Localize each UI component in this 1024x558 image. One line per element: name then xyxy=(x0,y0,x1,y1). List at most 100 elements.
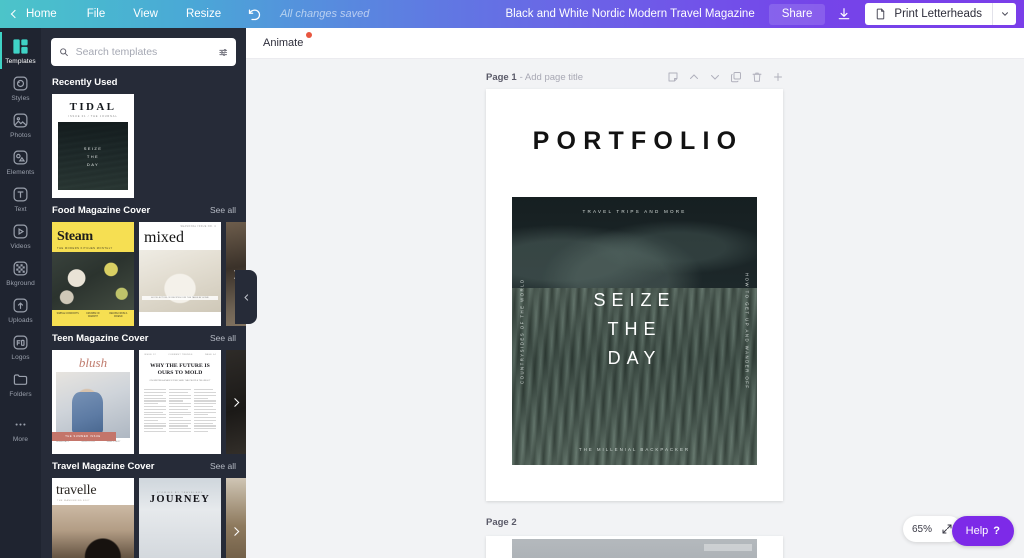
template-artwork xyxy=(56,372,130,438)
artwork-line-1: SEIZE xyxy=(83,145,103,151)
photo-icon xyxy=(11,110,31,130)
see-all-link[interactable]: See all xyxy=(210,333,236,343)
template-caption: A COLLECTION OF RECIPES FOR THE TABLE AT… xyxy=(142,296,218,300)
chevron-down-icon xyxy=(1001,12,1008,16)
share-button[interactable]: Share xyxy=(768,3,826,25)
page-tools xyxy=(667,71,784,83)
sidebar-label-background: Bkground xyxy=(6,280,35,287)
page-2-canvas[interactable] xyxy=(486,536,783,558)
scroll-right-button[interactable] xyxy=(226,512,246,550)
sidebar-item-folders[interactable]: Folders xyxy=(0,365,41,402)
template-body xyxy=(139,509,221,558)
add-note-icon xyxy=(668,72,678,82)
template-header: SEASONAL ISSUE NO. 4 mixed xyxy=(139,222,221,250)
zoom-level-label[interactable]: 65% xyxy=(912,524,932,535)
body-column xyxy=(194,389,216,434)
design-title[interactable]: PORTFOLIO xyxy=(486,127,783,156)
move-page-down-button[interactable] xyxy=(709,71,721,83)
plus-icon xyxy=(774,73,782,81)
top-bar-left-group: Home File View Resize All changes saved xyxy=(0,0,369,28)
design-footer-text: THE MILLENIAL BACKPACKER xyxy=(578,447,691,452)
sidebar-item-background[interactable]: Bkground xyxy=(0,254,41,291)
sidebar-item-templates[interactable]: Templates xyxy=(0,32,41,69)
section-title: Food Magazine Cover xyxy=(52,205,151,216)
sidebar-label-photos: Photos xyxy=(10,132,31,139)
chevron-up-icon xyxy=(690,74,698,79)
sidebar-item-photos[interactable]: Photos xyxy=(0,106,41,143)
template-card-travelle[interactable]: travelle THE WANDERING EDIT xyxy=(52,478,134,558)
sliders-filter-icon[interactable] xyxy=(218,46,228,59)
template-card-mixed[interactable]: SEASONAL ISSUE NO. 4 mixed A COLLECTION … xyxy=(139,222,221,326)
template-body-columns xyxy=(144,389,216,434)
palette-icon xyxy=(11,73,31,93)
sidebar-item-text[interactable]: Text xyxy=(0,180,41,217)
publish-button[interactable]: Print Letterheads xyxy=(865,3,1016,25)
search-input[interactable] xyxy=(75,46,211,58)
publish-caret-button[interactable] xyxy=(992,3,1016,25)
artwork-line-3: DAY xyxy=(86,161,100,167)
chevron-right-icon xyxy=(233,397,239,407)
template-row: Steam THE MODERN KITCHEN MONTHLY SIMPLE … xyxy=(41,222,246,326)
see-all-link[interactable]: See all xyxy=(210,205,236,215)
template-artwork xyxy=(52,505,134,558)
download-button[interactable] xyxy=(829,4,859,25)
menu-item-file[interactable]: File xyxy=(73,0,120,28)
template-subtitle: ISSUE 01 / THE JOURNAL xyxy=(68,115,118,118)
footer-item: SUN & STYLE xyxy=(81,441,95,443)
template-artwork: SEIZE THE DAY xyxy=(58,122,128,190)
duplicate-page-button[interactable] xyxy=(730,71,742,83)
section-header: Teen Magazine Cover See all xyxy=(41,328,246,350)
sidebar-label-elements: Elements xyxy=(6,169,35,176)
add-page-button[interactable] xyxy=(772,71,784,83)
sidebar-item-logos[interactable]: Logos xyxy=(0,328,41,365)
chevron-right-icon xyxy=(233,526,239,536)
template-artwork xyxy=(52,252,134,310)
left-tool-rail: Templates Styles Photos Elements Text Vi… xyxy=(0,28,41,558)
animate-button[interactable]: Animate xyxy=(255,32,313,53)
footer-item: WHAT'S NEXT xyxy=(106,441,121,443)
sidebar-item-uploads[interactable]: Uploads xyxy=(0,291,41,328)
template-card-blush[interactable]: blush THE SUMMER ISSUE DENIM DAYS SUN & … xyxy=(52,350,134,454)
add-page-title-link[interactable]: - Add page title xyxy=(520,72,583,83)
design-photo[interactable]: TRAVEL TRIPS AND MORE COUNTRYSIDES OF TH… xyxy=(512,197,757,465)
page-1-canvas[interactable]: PORTFOLIO TRAVEL TRIPS AND MORE COUNTRYS… xyxy=(486,89,783,501)
sidebar-item-more[interactable]: More xyxy=(0,410,41,447)
menu-item-resize[interactable]: Resize xyxy=(172,0,235,28)
help-button[interactable]: Help ? xyxy=(951,516,1014,546)
section-title: Teen Magazine Cover xyxy=(52,333,149,344)
template-row: TIDAL ISSUE 01 / THE JOURNAL SEIZE THE D… xyxy=(41,94,246,198)
design-headline: SEIZE THE DAY xyxy=(512,197,757,465)
move-page-up-button[interactable] xyxy=(688,71,700,83)
page-label: Page 1 xyxy=(486,71,517,83)
trash-icon xyxy=(752,72,762,82)
sidebar-item-styles[interactable]: Styles xyxy=(0,69,41,106)
artwork-line-2: THE xyxy=(86,153,100,159)
body-column xyxy=(144,389,166,434)
template-card-editorial[interactable]: ISSUE 12 CURRENT TRENDS PAGE 04 WHY THE … xyxy=(139,350,221,454)
template-artwork: A COLLECTION OF RECIPES FOR THE TABLE AT… xyxy=(139,250,221,312)
menu-item-view[interactable]: View xyxy=(119,0,172,28)
publish-main[interactable]: Print Letterheads xyxy=(865,3,992,25)
template-card-tidal[interactable]: TIDAL ISSUE 01 / THE JOURNAL SEIZE THE D… xyxy=(52,94,134,198)
template-card-journey[interactable]: STORIES BY TRAVELERS JOURNEY xyxy=(139,478,221,558)
search-box[interactable] xyxy=(51,38,236,66)
folder-icon xyxy=(11,369,31,389)
document-title[interactable]: Black and White Nordic Modern Travel Mag… xyxy=(505,8,768,20)
undo-arrow-icon xyxy=(248,9,261,20)
template-title: JOURNEY xyxy=(149,494,211,505)
collapse-panel-handle[interactable] xyxy=(235,270,257,324)
canvas-area[interactable]: Page 1 - Add page title PORTFOLIO TRAVEL… xyxy=(246,59,1024,558)
delete-page-button[interactable] xyxy=(751,71,763,83)
sidebar-item-elements[interactable]: Elements xyxy=(0,143,41,180)
template-title: travelle xyxy=(56,483,97,498)
notes-button[interactable] xyxy=(667,71,679,83)
template-card-steam[interactable]: Steam THE MODERN KITCHEN MONTHLY SIMPLE … xyxy=(52,222,134,326)
sidebar-item-videos[interactable]: Videos xyxy=(0,217,41,254)
undo-button[interactable] xyxy=(235,7,274,22)
see-all-link[interactable]: See all xyxy=(210,461,236,471)
canva-editor-window: Home File View Resize All changes saved … xyxy=(0,0,1024,558)
headline-line-2: THE xyxy=(607,319,662,339)
home-button[interactable]: Home xyxy=(0,0,73,28)
scroll-right-button[interactable] xyxy=(226,383,246,421)
template-footer: SIMPLE COMFORTS CRUMBS OF WARMTH RECIPE … xyxy=(52,310,134,326)
